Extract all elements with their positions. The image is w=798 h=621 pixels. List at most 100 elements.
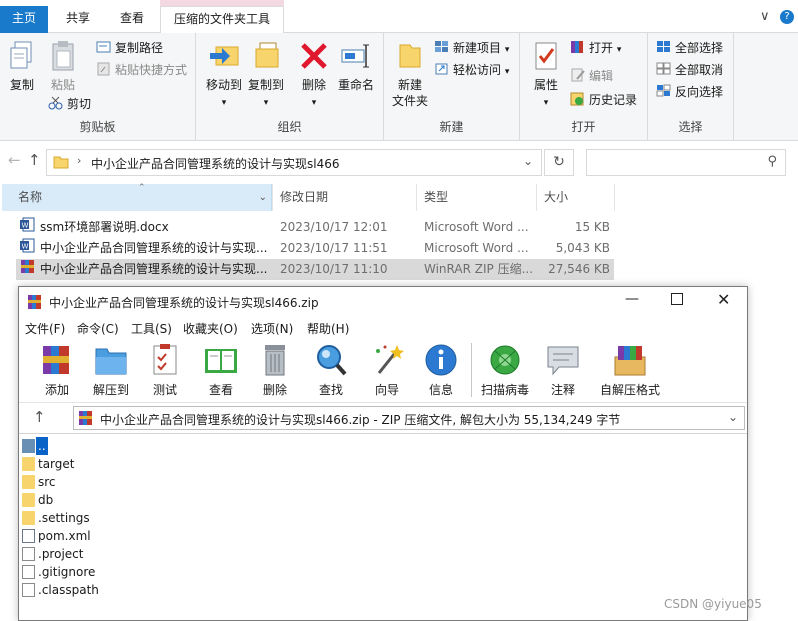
invert-selection-button[interactable]: 反向选择 — [656, 83, 723, 101]
column-divider — [536, 184, 537, 211]
toolbar-separator — [471, 343, 472, 397]
paste-label: 粘贴 — [50, 78, 75, 92]
file-name: 中小企业产品合同管理系统的设计与实现... — [40, 241, 268, 255]
history-button[interactable]: 历史记录 — [570, 91, 637, 109]
address-bar[interactable]: › 中小企业产品合同管理系统的设计与实现sl466 ⌄ — [46, 149, 542, 176]
archive-path-dropdown[interactable]: 中小企业产品合同管理系统的设计与实现sl466.zip - ZIP 压缩文件, … — [73, 406, 745, 430]
info-label: 信息 — [428, 383, 453, 397]
open-group: 属性 ▾ 打开 ▾ 编辑 历史记录 打开 — [520, 33, 648, 141]
paste-icon — [47, 39, 79, 73]
delete-dropdown-icon: ▾ — [311, 98, 317, 108]
minimize-icon[interactable]: — — [625, 291, 639, 307]
search-box[interactable]: ⚲ — [586, 149, 786, 176]
search-icon: ⚲ — [767, 154, 777, 169]
file-type: Microsoft Word ... — [424, 220, 529, 234]
sfx-button[interactable]: 自解压格式 — [595, 343, 665, 398]
tab-view[interactable]: 查看 — [112, 6, 152, 33]
column-divider — [272, 184, 273, 211]
properties-button[interactable]: 属性 ▾ — [528, 39, 564, 111]
paste-button[interactable]: 粘贴 — [46, 39, 80, 93]
open-dropdown-icon: ▾ — [616, 45, 622, 55]
menu-tools[interactable]: 工具(S) — [131, 320, 172, 337]
find-button[interactable]: 查找 — [305, 343, 357, 398]
file-name: 中小企业产品合同管理系统的设计与实现... — [40, 262, 268, 276]
add-label: 添加 — [44, 383, 69, 397]
maximize-icon[interactable] — [671, 293, 683, 305]
scan-virus-button[interactable]: 扫描病毒 — [479, 343, 531, 398]
up-one-level-icon[interactable]: ↑ — [33, 408, 46, 426]
comment-button[interactable]: 注释 — [537, 343, 589, 398]
back-arrow-icon[interactable]: ← — [8, 151, 21, 169]
easy-access-icon — [434, 62, 450, 76]
delete-rar-button[interactable]: 删除 — [249, 343, 301, 398]
rename-button[interactable]: 重命名 — [336, 39, 376, 93]
properties-icon — [530, 39, 562, 73]
delete-button[interactable]: 删除 ▾ — [298, 39, 330, 111]
test-button[interactable]: 测试 — [139, 343, 191, 398]
open-group-label: 打开 — [571, 120, 596, 134]
file-row[interactable]: W 中小企业产品合同管理系统的设计与实现... 2023/10/17 11:51… — [16, 238, 614, 259]
open-button[interactable]: 打开 ▾ — [570, 39, 621, 57]
column-header-date[interactable]: 修改日期 — [280, 184, 410, 211]
extract-to-label: 解压到 — [92, 383, 129, 397]
select-all-button[interactable]: 全部选择 — [656, 39, 723, 57]
file-row[interactable]: W ssm环境部署说明.docx 2023/10/17 12:01 Micros… — [16, 217, 614, 238]
paste-shortcut-button[interactable]: 粘贴快捷方式 — [96, 61, 187, 79]
ribbon-collapse-chevron-icon[interactable]: ∨ — [760, 9, 770, 24]
move-to-dropdown-icon: ▾ — [221, 98, 227, 108]
new-item-icon — [434, 40, 450, 54]
menu-file[interactable]: 文件(F) — [25, 320, 65, 337]
column-header-type[interactable]: 类型 — [424, 184, 534, 211]
move-to-button[interactable]: 移动到 ▾ — [202, 39, 246, 111]
select-none-button[interactable]: 全部取消 — [656, 61, 723, 79]
new-item-label: 新建项目 — [453, 41, 502, 55]
menu-commands[interactable]: 命令(C) — [77, 320, 119, 337]
entry-name: .project — [38, 547, 84, 561]
select-all-label: 全部选择 — [675, 41, 724, 55]
tab-compressed-folder-tools[interactable]: 压缩的文件夹工具 — [160, 6, 284, 34]
view-button[interactable]: 查看 — [195, 343, 247, 398]
search-input[interactable] — [591, 153, 751, 172]
edit-button[interactable]: 编辑 — [570, 67, 613, 85]
new-folder-button[interactable]: 新建 文件夹 — [388, 39, 432, 109]
winrar-path-bar: ↑ 中小企业产品合同管理系统的设计与实现sl466.zip - ZIP 压缩文件… — [19, 403, 747, 433]
move-to-label: 移动到 — [205, 78, 242, 92]
select-none-label: 全部取消 — [675, 63, 724, 77]
add-button[interactable]: 添加 — [31, 343, 83, 398]
path-dropdown-chevron-icon[interactable]: ⌄ — [728, 410, 738, 424]
tab-home[interactable]: 主页 — [0, 6, 48, 33]
invert-selection-label: 反向选择 — [675, 85, 724, 99]
organize-group: 移动到 ▾ 复制到 ▾ 删除 ▾ 重命名 组织 — [196, 33, 384, 141]
info-button[interactable]: 信息 — [415, 343, 467, 398]
new-item-button[interactable]: 新建项目 ▾ — [434, 39, 509, 57]
help-icon[interactable]: ? — [780, 10, 794, 24]
column-header-name[interactable]: 名称 ⌃ ⌄ — [2, 183, 272, 211]
virus-scan-icon — [487, 343, 523, 377]
winrar-titlebar[interactable]: 中小企业产品合同管理系统的设计与实现sl466.zip — ✕ — [19, 287, 747, 317]
copy-to-icon — [250, 39, 282, 73]
menu-options[interactable]: 选项(N) — [251, 320, 293, 337]
wizard-button[interactable]: 向导 — [361, 343, 413, 398]
menu-help[interactable]: 帮助(H) — [307, 320, 349, 337]
file-icon — [22, 565, 35, 579]
extract-to-button[interactable]: 解压到 — [85, 343, 137, 398]
close-icon[interactable]: ✕ — [717, 290, 730, 309]
copy-path-button[interactable]: 复制路径 — [96, 39, 163, 57]
file-row-selected[interactable]: 中小企业产品合同管理系统的设计与实现... 2023/10/17 11:10 W… — [16, 259, 614, 280]
file-size: 15 KB — [574, 220, 610, 234]
easy-access-button[interactable]: 轻松访问 ▾ — [434, 61, 509, 79]
up-arrow-icon[interactable]: ↑ — [28, 151, 41, 169]
cut-button[interactable]: 剪切 — [48, 95, 91, 113]
folder-icon — [22, 475, 35, 489]
column-header-size[interactable]: 大小 — [544, 184, 614, 211]
tab-share[interactable]: 共享 — [58, 6, 98, 33]
copy-to-button[interactable]: 复制到 ▾ — [244, 39, 288, 111]
refresh-button[interactable]: ↻ — [544, 149, 574, 176]
svg-text:W: W — [22, 222, 29, 230]
archive-icon — [78, 410, 94, 426]
column-name-dropdown-icon[interactable]: ⌄ — [259, 184, 267, 211]
address-path: 中小企业产品合同管理系统的设计与实现sl466 — [91, 157, 340, 171]
menu-favorites[interactable]: 收藏夹(O) — [183, 320, 238, 337]
copy-button[interactable]: 复制 — [4, 39, 40, 93]
address-history-dropdown-icon[interactable]: ⌄ — [523, 154, 533, 168]
